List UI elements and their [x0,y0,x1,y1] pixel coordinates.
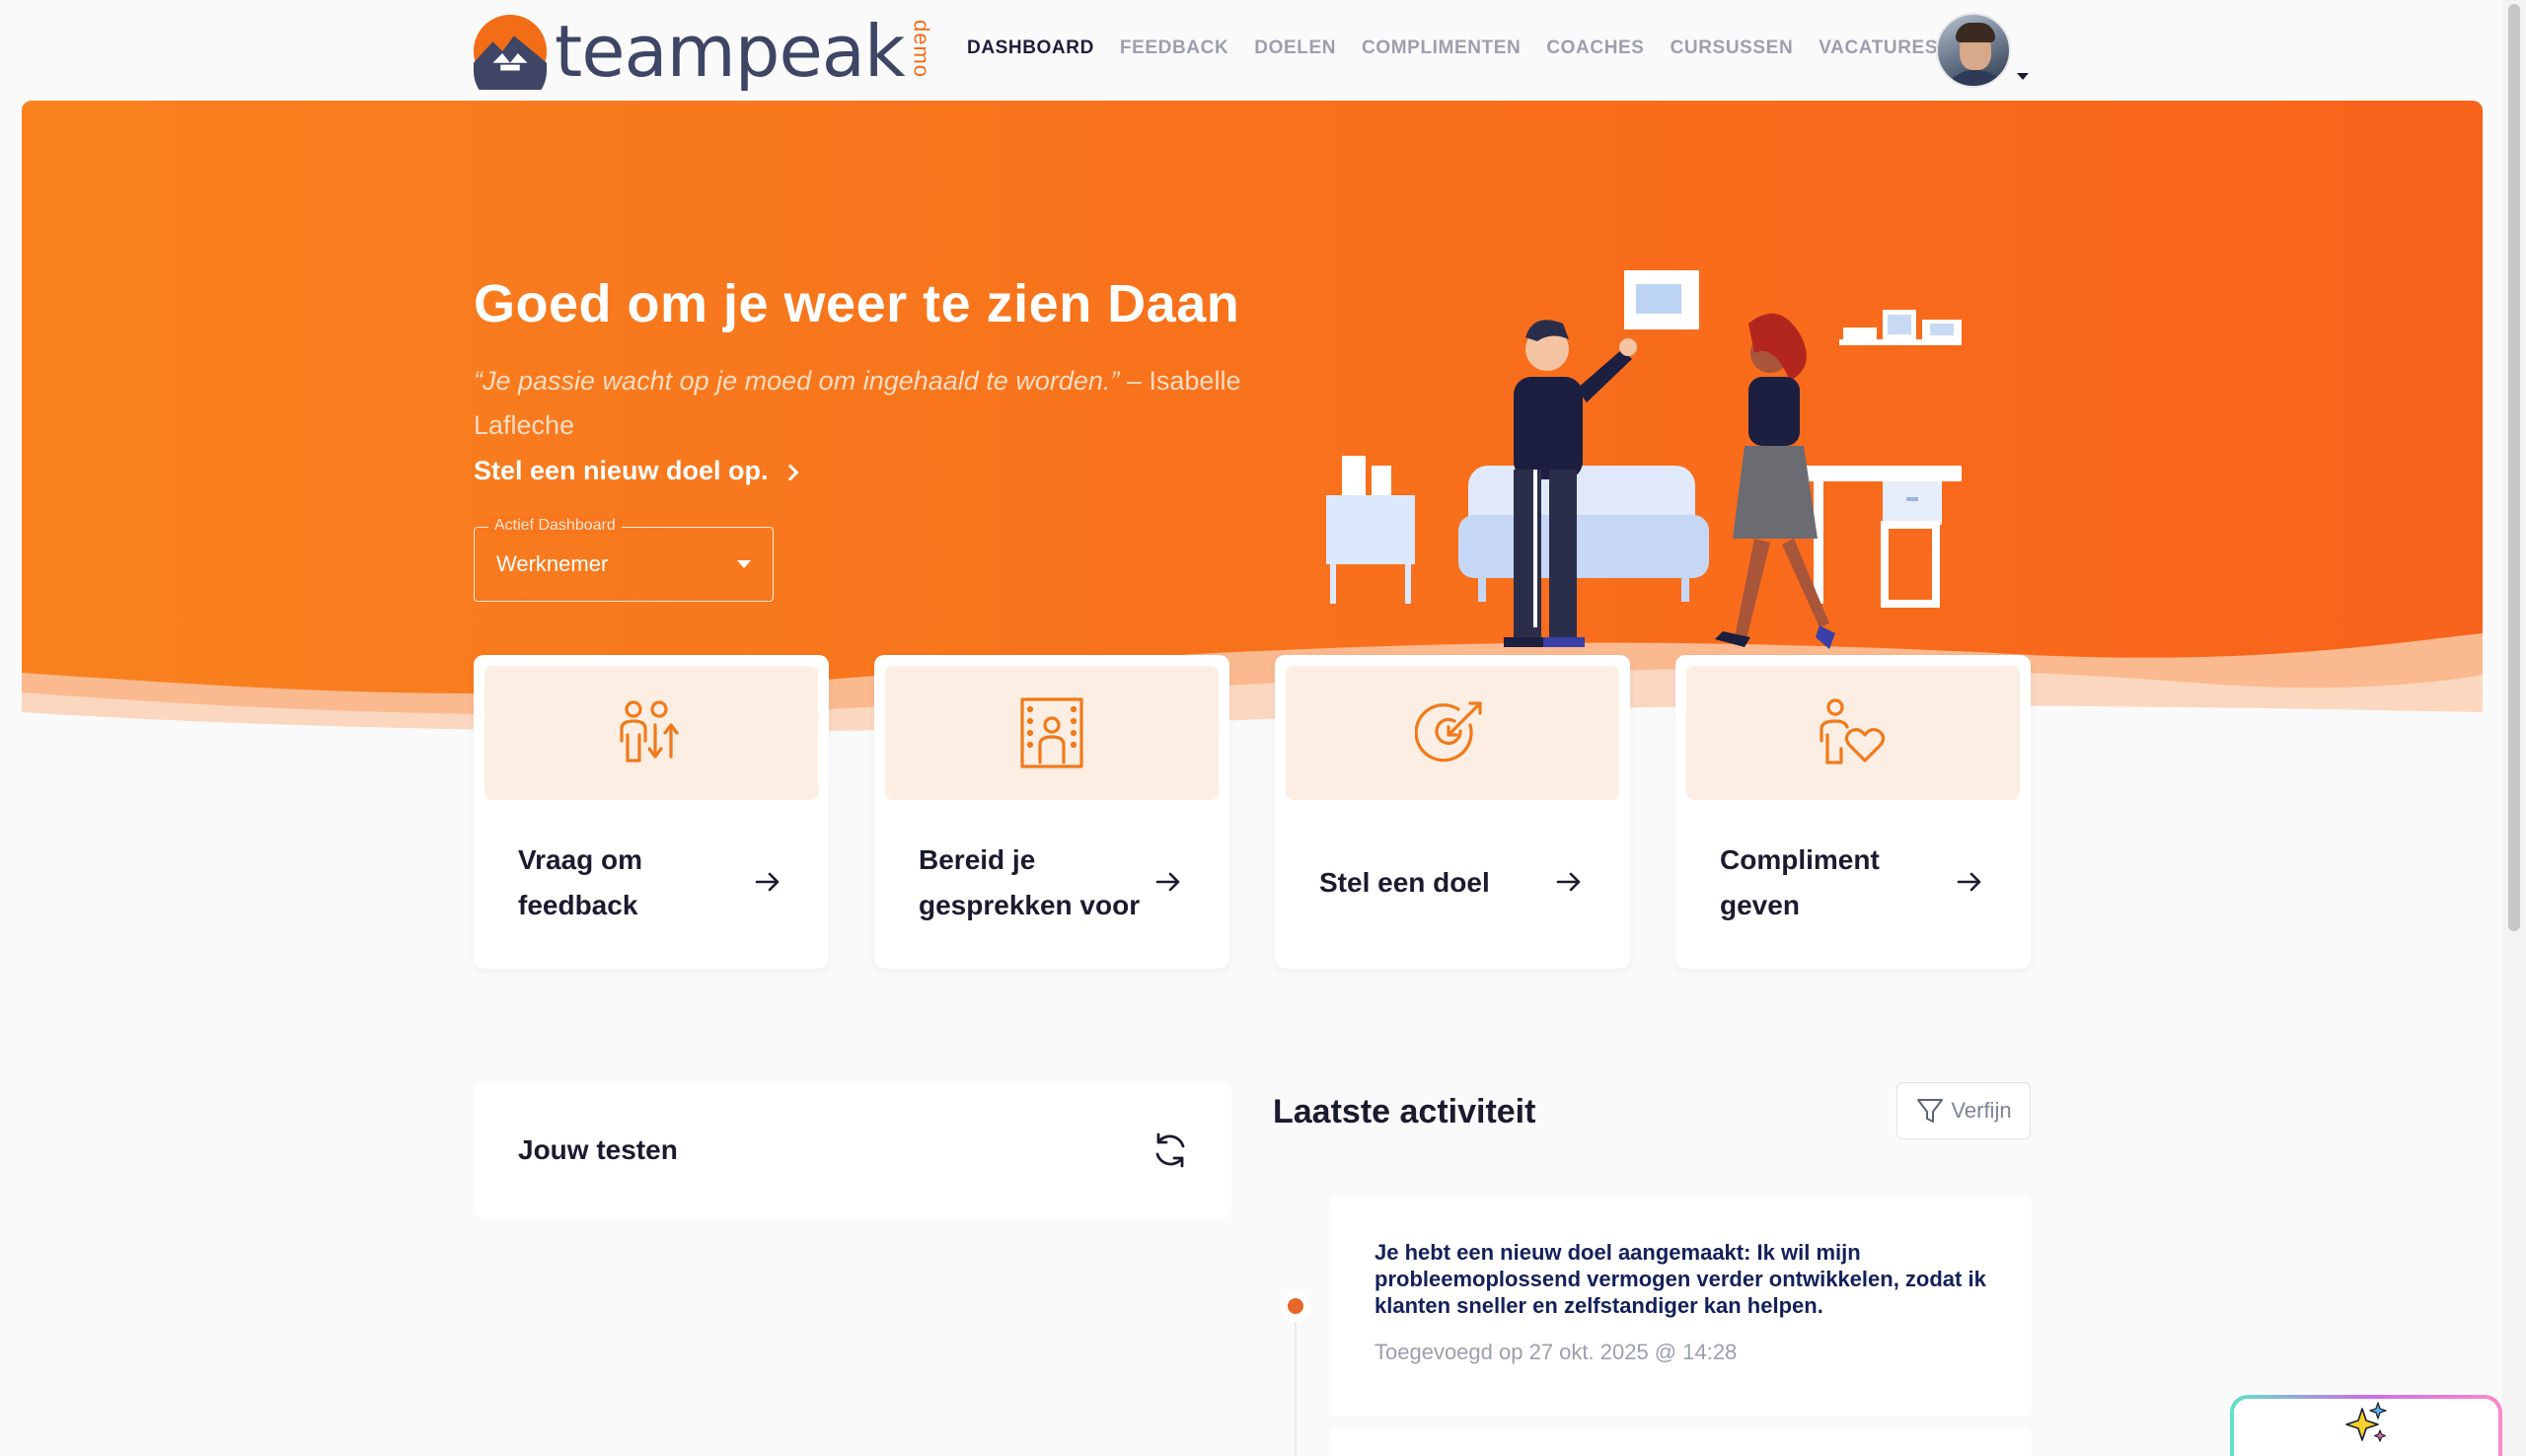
card-icon-panel [484,666,818,800]
card-prepare-meetings[interactable]: Bereid je gesprekken voor [874,655,1229,969]
latest-activity-title: Laatste activiteit [1273,1093,1536,1130]
hero-banner: Goed om je weer te zien Daan “Je passie … [22,101,2483,742]
card-prepare-meetings-label: Bereid je gesprekken voor [919,844,1141,920]
activity-item[interactable]: Je hebt een nieuw doel aangemaakt: Ik wi… [1329,1196,2032,1417]
card-icon-panel [885,666,1219,800]
your-tests-panel: Jouw testen [474,1083,1231,1217]
user-menu-caret-icon[interactable] [2017,73,2029,80]
meeting-prep-icon [1020,697,1083,768]
avatar-body-shape [1944,70,2007,86]
teampeak-logo[interactable]: teampeak demo [472,10,934,93]
card-icon-panel [1286,666,1619,800]
welcome-title: Goed om je weer te zien Daan [474,274,1240,333]
arrow-right-icon [1957,872,1981,892]
filter-funnel-icon [1917,1099,1944,1123]
timeline-dot [1288,1298,1303,1314]
brand-name: teampeak [555,10,906,93]
arrow-right-icon [755,872,780,892]
timeline-line [1295,1302,1297,1456]
sparkles-icon[interactable] [2342,1401,2390,1448]
top-navigation-bar: teampeak demo DASHBOARD FEEDBACK DOELEN … [0,0,2526,101]
nav-feedback[interactable]: FEEDBACK [1120,37,1228,59]
chevron-right-icon [781,464,799,480]
card-give-compliment-label: Compliment geven [1720,844,1880,920]
card-ask-feedback[interactable]: Vraag om feedback [474,655,829,969]
your-tests-title: Jouw testen [518,1134,678,1165]
refresh-icon[interactable] [1151,1130,1190,1170]
feedback-exchange-icon [620,700,679,763]
inspirational-quote: “Je passie wacht op je moed om ingehaald… [474,359,1342,448]
quick-action-cards: Vraag om feedback Bereid je gesprekken v… [474,655,2031,969]
nav-cursussen[interactable]: CURSUSSEN [1671,37,1794,59]
card-ask-feedback-label: Vraag om feedback [518,844,643,920]
demo-badge: demo [909,20,934,79]
main-nav: DASHBOARD FEEDBACK DOELEN COMPLIMENTEN C… [967,37,1938,59]
active-dashboard-select[interactable]: Actief Dashboard Werknemer [474,517,774,602]
nav-doelen[interactable]: DOELEN [1254,37,1336,59]
refine-filter-label: Verfijn [1951,1098,2012,1123]
new-goal-link-label: Stel een nieuw doel op. [474,456,769,485]
refine-filter-button[interactable]: Verfijn [1896,1082,2031,1139]
activity-item-next[interactable] [1329,1428,2032,1456]
nav-complimenten[interactable]: COMPLIMENTEN [1362,37,1521,59]
active-dashboard-label: Actief Dashboard [488,517,622,535]
new-goal-link[interactable]: Stel een nieuw doel op. [474,456,799,486]
dropdown-caret-icon [737,560,751,568]
teampeak-logo-icon [473,14,548,90]
office-people-illustration [1326,270,1962,649]
user-avatar[interactable] [1936,13,2011,88]
arrow-right-icon [1556,872,1581,892]
target-goal-icon [1415,701,1482,763]
active-dashboard-value: Werknemer [496,551,609,576]
activity-item-text: Je hebt een nieuw doel aangemaakt: Ik wi… [1374,1240,1986,1318]
card-set-goal-label: Stel een doel [1319,867,1490,898]
arrow-right-icon [1155,872,1180,892]
quote-text: “Je passie wacht op je moed om ingehaald… [474,366,1120,396]
card-give-compliment[interactable]: Compliment geven [1675,655,2031,969]
page-scrollbar[interactable] [2502,0,2526,1456]
nav-vacatures[interactable]: VACATURES [1819,37,1938,59]
nav-coaches[interactable]: COACHES [1546,37,1644,59]
nav-dashboard[interactable]: DASHBOARD [967,37,1094,59]
compliment-heart-icon [1820,698,1886,764]
card-icon-panel [1686,666,2020,800]
scrollbar-thumb[interactable] [2508,4,2520,931]
activity-item-date: Toegevoegd op 27 okt. 2025 @ 14:28 [1374,1340,1738,1364]
avatar-hair-shape [1956,23,1995,42]
card-set-goal[interactable]: Stel een doel [1275,655,1630,969]
